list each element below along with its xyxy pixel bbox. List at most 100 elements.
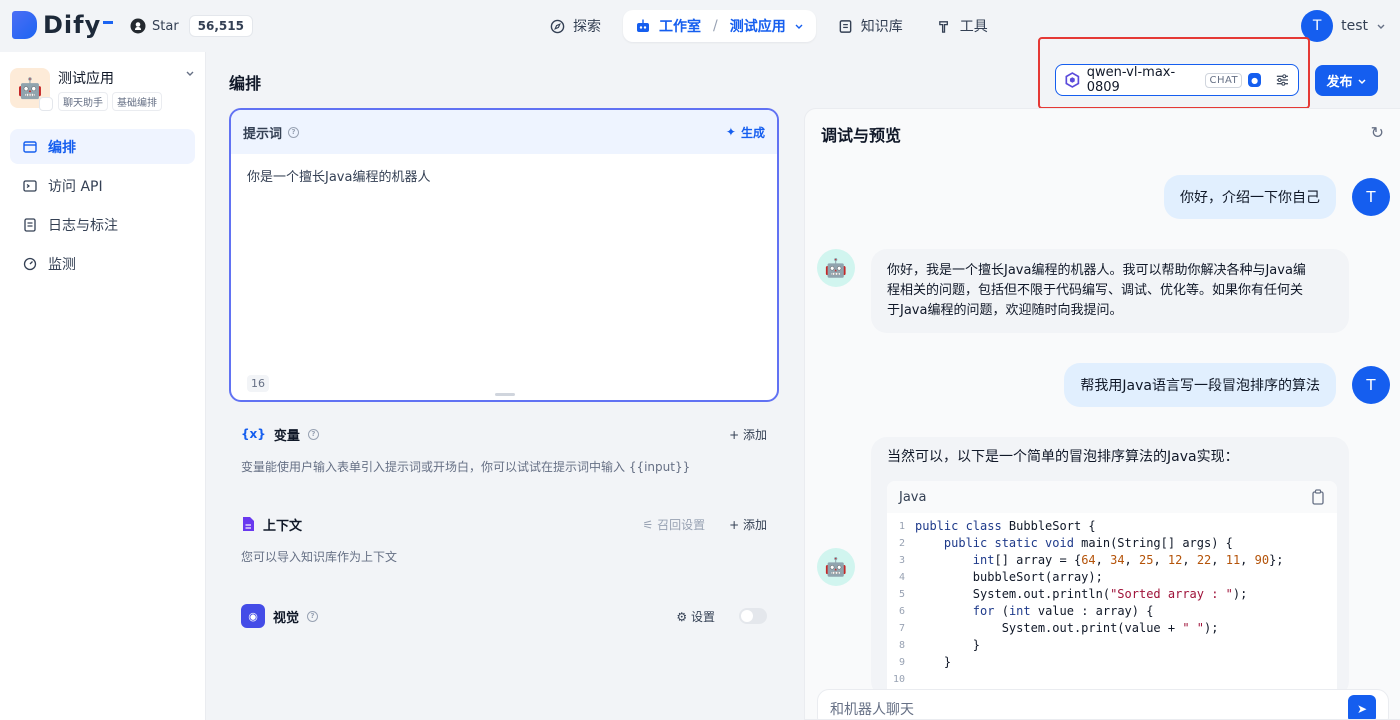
sidebar-item-orchestrate[interactable]: 编排 xyxy=(10,129,195,164)
chevron-down-icon xyxy=(1357,78,1366,84)
bot-message-line: 于Java编程的问题，欢迎随时向我提问。 xyxy=(887,303,1123,318)
line-number: 2 xyxy=(898,538,905,549)
refresh-icon[interactable]: ↻ xyxy=(1371,123,1384,142)
hammer-icon xyxy=(938,20,948,33)
code-line: 10 xyxy=(887,671,1337,688)
copy-icon[interactable] xyxy=(1311,489,1325,505)
add-label: 添加 xyxy=(742,427,767,442)
prompt-label: 提示词 xyxy=(243,126,283,142)
page-title: 编排 xyxy=(229,74,262,93)
vision-actions: ⚙ 设置 xyxy=(676,608,767,625)
bot-avatar-icon: 🤖 xyxy=(817,249,855,287)
prompt-textarea[interactable]: 你是一个擅长Java编程的机器人 xyxy=(231,154,777,197)
chevron-down-icon xyxy=(1377,24,1385,29)
line-number: 7 xyxy=(898,623,905,634)
nav-explore[interactable]: 探索 xyxy=(538,10,613,42)
nav-separator: / xyxy=(713,18,718,34)
chat-composer: 和机器人聊天 ➤ xyxy=(817,689,1389,719)
github-star-count: 56,515 xyxy=(188,15,253,37)
logo-mark-icon xyxy=(12,11,37,39)
plus-icon: + xyxy=(729,517,743,532)
line-number: 1 xyxy=(898,521,905,532)
vision-label: 视觉 xyxy=(273,610,300,626)
nav-studio[interactable]: 工作室 / 测试应用 xyxy=(623,10,816,42)
recall-settings-button[interactable]: ⚟ 召回设置 xyxy=(643,516,706,533)
variable-braces-icon: {x} xyxy=(241,427,266,441)
context-header: 上下文 ⚟ 召回设置 + 添加 xyxy=(229,500,779,548)
app-header[interactable]: 🤖 测试应用 聊天助手 基础编排 xyxy=(0,52,205,121)
sidebar-item-api[interactable]: 访问 API xyxy=(10,168,195,203)
document-icon xyxy=(243,517,254,531)
app-tag: 基础编排 xyxy=(112,92,162,111)
context-title: 上下文 xyxy=(241,515,302,534)
app-icon: 🤖 xyxy=(10,68,53,111)
vision-settings-button[interactable]: ⚙ 设置 xyxy=(676,608,715,625)
code-language: Java xyxy=(899,489,927,505)
user-menu[interactable]: T test xyxy=(1301,10,1386,42)
prompt-label-row: 提示词 ? xyxy=(243,123,300,142)
code-line: 8 } xyxy=(887,637,1337,654)
send-button[interactable]: ➤ xyxy=(1348,695,1376,719)
github-star-button[interactable]: Star xyxy=(124,18,185,34)
add-context-button[interactable]: + 添加 xyxy=(729,516,767,533)
plus-icon: + xyxy=(729,427,743,442)
vision-toggle[interactable] xyxy=(739,608,767,624)
qwen-logo-icon xyxy=(1065,72,1080,88)
user-message-bubble: 你好，介绍一下你自己 xyxy=(1164,175,1336,219)
variables-description: 变量能使用户输入表单引入提示词或开场白，你可以试试在提示词中输入 {{input… xyxy=(241,460,691,474)
line-number: 6 xyxy=(898,606,905,617)
help-icon[interactable]: ? xyxy=(307,610,319,622)
app-info: 测试应用 聊天助手 基础编排 xyxy=(58,68,195,111)
prompt-editor: 提示词 ? ✦ 生成 你是一个擅长Java编程的机器人 16 xyxy=(229,108,779,402)
book-icon xyxy=(839,19,852,33)
code-line: 5 System.out.println("Sorted array : "); xyxy=(887,586,1337,603)
code-line: 3 int[] array = {64, 34, 25, 12, 22, 11,… xyxy=(887,552,1337,569)
publish-label: 发布 xyxy=(1326,75,1353,90)
nav-knowledge[interactable]: 知识库 xyxy=(826,10,915,42)
sidebar-item-label: 监测 xyxy=(48,256,76,273)
resize-handle[interactable] xyxy=(495,393,515,396)
chevron-down-icon[interactable] xyxy=(185,68,195,78)
user-avatar: T xyxy=(1352,178,1390,216)
help-icon[interactable]: ? xyxy=(307,428,319,440)
bot-message-line: 程相关的问题，包括但不限于代码编写、调试、优化等。如果你有任何关 xyxy=(887,283,1304,298)
add-variable-button[interactable]: + 添加 xyxy=(729,426,767,443)
code-line: 6 for (int value : array) { xyxy=(887,603,1337,620)
robot-icon xyxy=(637,19,649,32)
bot-message-line: 当然可以，以下是一个简单的冒泡排序算法的Java实现： xyxy=(887,449,1239,465)
settings-label: 设置 xyxy=(690,609,715,624)
help-icon[interactable]: ? xyxy=(288,126,300,138)
generate-button[interactable]: ✦ 生成 xyxy=(726,124,765,141)
gauge-icon xyxy=(22,256,38,272)
bot-message: 🤖 你好，我是一个擅长Java编程的机器人。我可以帮助你解决各种与Java编 程… xyxy=(817,249,1349,333)
user-message-bubble: 帮我用Java语言写一段冒泡排序的算法 xyxy=(1064,363,1336,407)
sidebar-menu: 编排 访问 API 日志与标注 监测 xyxy=(0,121,205,289)
user-message: 帮我用Java语言写一段冒泡排序的算法 T xyxy=(1064,363,1390,407)
settings-sliders-icon: ⚟ xyxy=(642,517,658,532)
context-label: 上下文 xyxy=(263,518,303,534)
nav-tools-label: 工具 xyxy=(959,19,988,35)
context-actions: ⚟ 召回设置 + 添加 xyxy=(643,516,767,533)
main-nav: 探索 工作室 / 测试应用 知识库 工具 xyxy=(538,10,1000,42)
publish-button[interactable]: 发布 xyxy=(1315,65,1378,96)
sliders-icon[interactable] xyxy=(1275,72,1290,88)
nav-tools[interactable]: 工具 xyxy=(925,10,1000,42)
chevron-down-icon xyxy=(795,24,803,29)
app-name: 测试应用 xyxy=(58,71,114,87)
vision-title: ◉ 视觉 ? xyxy=(241,604,319,628)
user-message: 你好，介绍一下你自己 T xyxy=(1164,175,1390,219)
chat-input[interactable]: 和机器人聊天 xyxy=(830,699,914,719)
model-mode-badge: CHAT xyxy=(1205,72,1243,88)
eye-icon: ◉ xyxy=(241,604,265,628)
model-selector[interactable]: qwen-vl-max-0809 CHAT ● xyxy=(1055,64,1299,96)
app-type-badge-icon xyxy=(39,97,53,111)
nav-current-app[interactable]: 测试应用 xyxy=(730,16,786,36)
dify-logo[interactable]: Dify xyxy=(12,11,114,39)
sidebar-item-logs[interactable]: 日志与标注 xyxy=(10,207,195,242)
code-block: Java 1 public class BubbleSort { 2 public… xyxy=(887,481,1337,701)
sidebar-item-monitor[interactable]: 监测 xyxy=(10,246,195,281)
github-star-widget[interactable]: Star 56,515 xyxy=(124,13,253,39)
robot-emoji-icon: 🤖 xyxy=(17,76,43,100)
github-icon xyxy=(130,18,146,34)
code-line: 2 public static void main(String[] args)… xyxy=(887,535,1337,552)
